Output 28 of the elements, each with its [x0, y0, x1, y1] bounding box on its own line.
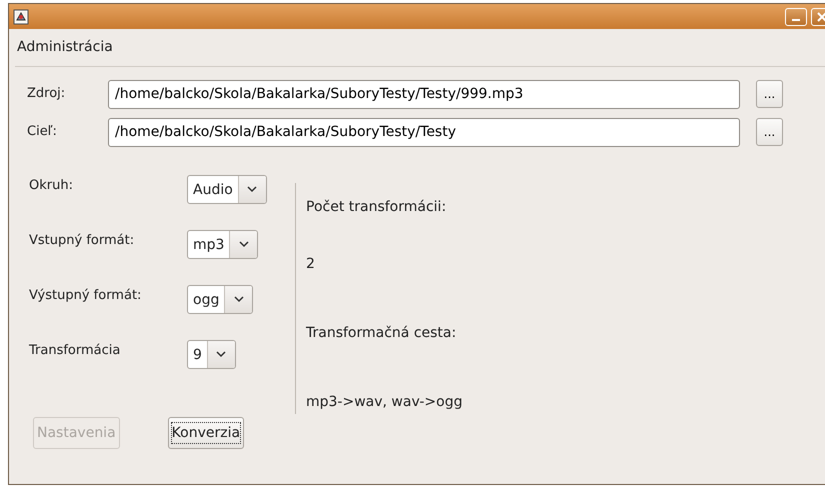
chevron-down-icon [234, 296, 244, 303]
chevron-down-icon [247, 186, 258, 193]
path-field[interactable]: /home/balcko/Skola/Bakalarka/SuboryTesty/Testy [108, 118, 740, 146]
chevron-down-icon [216, 351, 226, 358]
info-text: Transformačná cesta: [306, 324, 458, 343]
field-label: Okruh: [29, 177, 74, 195]
minimize-button[interactable] [785, 8, 807, 26]
info-text: Počet transformácii: [306, 198, 448, 217]
dropdown[interactable]: mp3 [187, 230, 258, 259]
menu-item[interactable]: Administrácia [15, 37, 115, 58]
app-icon [13, 8, 29, 24]
field-label: Zdroj: [27, 85, 66, 104]
path-field[interactable]: /home/balcko/Skola/Bakalarka/SuboryTesty/Testy/999.mp3 [108, 80, 740, 108]
info-text: mp3->wav, wav->ogg [306, 393, 462, 412]
browse-button[interactable]: ... [756, 118, 783, 146]
field-label: Transformácia [29, 342, 122, 360]
info-text: 2 [306, 255, 316, 274]
field-label: Výstupný formát: [29, 287, 142, 305]
browse-button[interactable]: ... [756, 80, 783, 108]
dropdown[interactable]: 9 [187, 340, 236, 369]
chevron-down-icon [238, 241, 249, 248]
dropdown[interactable]: ogg [187, 285, 254, 314]
dropdown[interactable]: Audio [187, 175, 267, 204]
close-icon [817, 12, 825, 22]
field-label: Vstupný formát: [29, 232, 136, 250]
minimize-icon [792, 18, 800, 20]
field-label: Cieľ: [27, 123, 58, 142]
action-button[interactable]: Konverzia [168, 417, 244, 449]
